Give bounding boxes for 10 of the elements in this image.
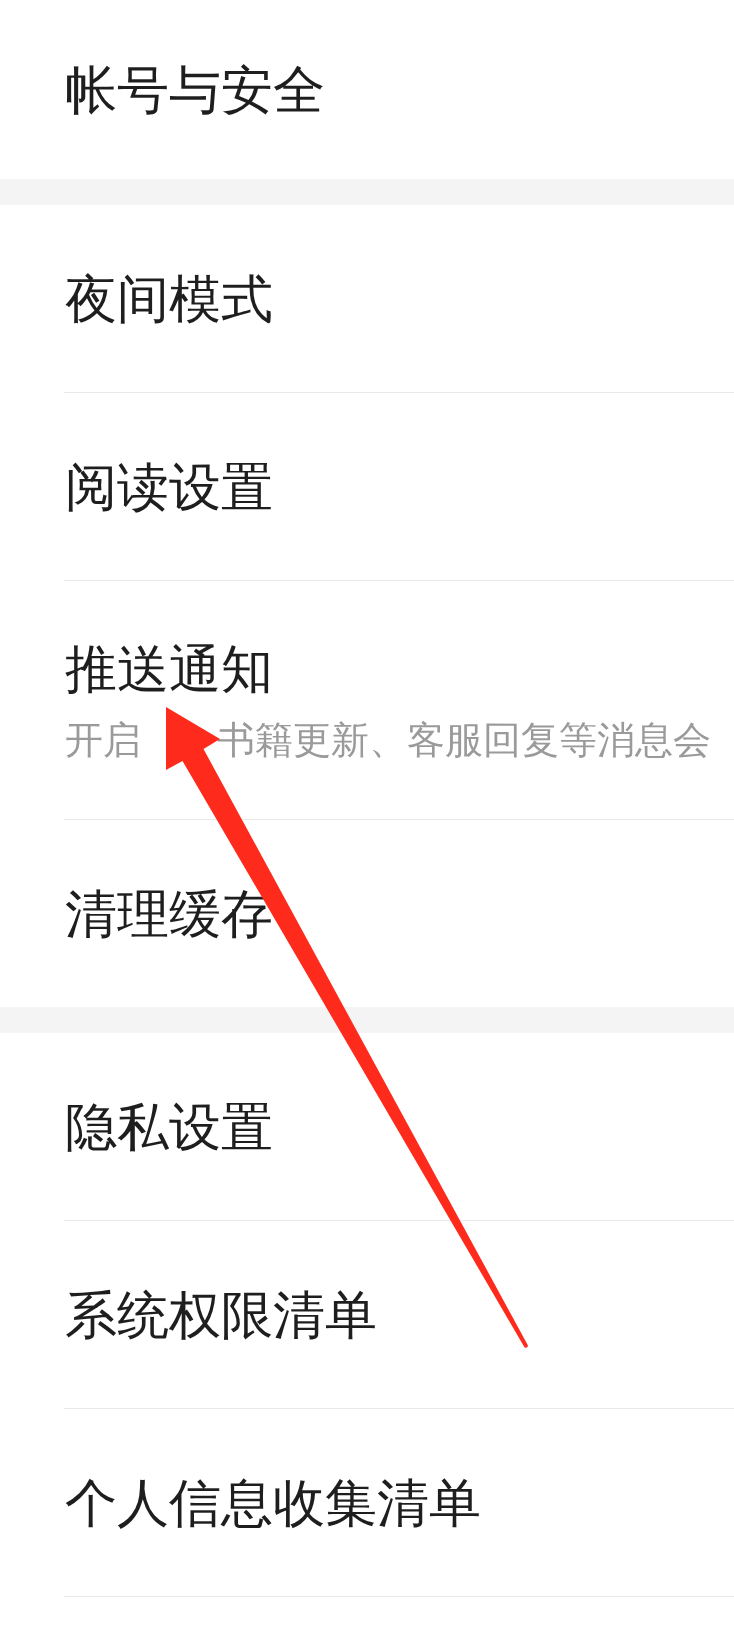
item-description: 书籍更新、客服回复等消息会: [217, 717, 711, 763]
item-description: 开启: [65, 717, 141, 763]
settings-item[interactable]: 阅读设置: [0, 393, 734, 580]
settings-item[interactable]: 夜间模式: [0, 205, 734, 392]
settings-item[interactable]: 帐号与安全: [0, 0, 734, 179]
settings-item[interactable]: 隐私设置: [0, 1033, 734, 1220]
settings-item[interactable]: 清理缓存: [0, 820, 734, 1007]
settings-item[interactable]: 系统权限清单: [0, 1221, 734, 1408]
settings-item[interactable]: 个人信息收集清单: [0, 1409, 734, 1596]
settings-item[interactable]: 推送通知 开启 书籍更新、客服回复等消息会: [0, 581, 734, 819]
